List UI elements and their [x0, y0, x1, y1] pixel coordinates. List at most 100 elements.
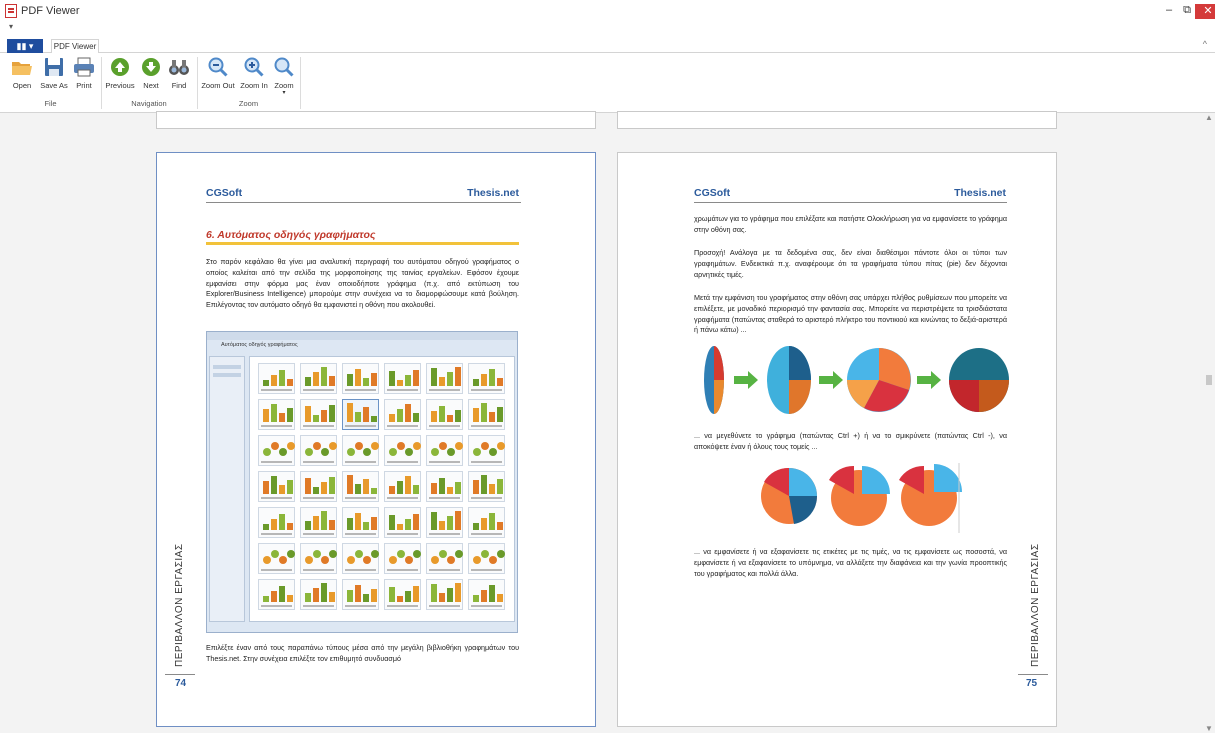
thumbnail-mark [413, 413, 419, 422]
thumbnail-caption [429, 461, 460, 463]
thumbnail-mark [397, 596, 403, 602]
page-74[interactable]: CGSoft Thesis.net 6. Αυτόματος οδηγός γρ… [156, 152, 596, 727]
scroll-up-arrow[interactable]: ▲ [1205, 113, 1213, 122]
thumbnail-caption [429, 533, 460, 535]
thumbnail-mark [439, 377, 445, 386]
thumbnail-mark [439, 442, 447, 450]
thumbnail-mark [481, 475, 487, 494]
thumbnail-mark [481, 374, 487, 386]
thumbnail-mark [447, 516, 453, 530]
thumbnail-mark [355, 513, 361, 530]
thumbnail-mark [347, 403, 353, 422]
restore-button[interactable]: ⧉ [1178, 3, 1196, 17]
find-label: Find [171, 81, 187, 90]
thumbnail-mark [329, 520, 335, 530]
chart-type-thumbnail [258, 363, 295, 394]
thumbnail-mark [473, 408, 479, 422]
vertical-scrollbar[interactable]: ▲ ▼ [1203, 113, 1215, 733]
thumbnail-mark [263, 556, 271, 564]
thumbnail-mark [371, 416, 377, 422]
save-as-button[interactable]: Save As [38, 55, 70, 95]
next-button[interactable]: Next [138, 55, 164, 95]
thumbnail-mark [497, 442, 505, 450]
customize-qat-button[interactable]: ▾ [9, 22, 13, 31]
thumbnail-caption [429, 389, 460, 391]
thumbnail-mark [371, 550, 379, 558]
thumbnail-mark [431, 556, 439, 564]
thumbnail-mark [455, 583, 461, 602]
chart-type-thumbnail [258, 435, 295, 466]
collapse-ribbon-button[interactable]: ^ [1203, 39, 1207, 49]
chart-type-thumbnail [258, 543, 295, 574]
thumbnail-mark [481, 403, 487, 422]
header-rule [206, 202, 521, 203]
zoom-button[interactable]: Zoom ▾ [272, 55, 296, 96]
page-75[interactable]: CGSoft Thesis.net χρωμάτων για το γράφημ… [617, 152, 1057, 727]
thumbnail-mark [271, 591, 277, 602]
thumbnail-mark [347, 556, 355, 564]
thumbnail-mark [489, 484, 495, 494]
page-number-rule [165, 674, 195, 675]
thumbnail-mark [405, 448, 413, 456]
paragraph-5: ... να εμφανίσετε ή να εξαφανίσετε τις ε… [694, 547, 1007, 578]
group-navigation: Navigation [131, 99, 167, 108]
thumbnail-mark [371, 517, 377, 530]
scrollbar-thumb[interactable] [1206, 375, 1212, 385]
thumbnail-mark [279, 370, 285, 386]
previous-label: Previous [105, 81, 135, 90]
zoom-out-button[interactable]: Zoom Out [201, 55, 235, 95]
thumbnail-caption [471, 497, 502, 499]
next-label: Next [143, 81, 159, 90]
zoom-in-button[interactable]: Zoom In [239, 55, 269, 95]
scroll-down-arrow[interactable]: ▼ [1205, 724, 1213, 733]
thumbnail-caption [261, 605, 292, 607]
page-header-left: CGSoft [206, 187, 243, 199]
thumbnail-mark [439, 406, 445, 422]
tab-pdf-viewer[interactable]: PDF Viewer [51, 39, 99, 54]
chart-type-thumbnail [342, 579, 379, 610]
thumbnail-caption [471, 461, 502, 463]
find-button[interactable]: Find [167, 55, 191, 95]
thumbnail-mark [363, 556, 371, 564]
chart-type-thumbnail [468, 543, 505, 574]
app-menu-button[interactable]: ▮▮ ▾ [7, 39, 43, 53]
thumbnail-caption [429, 497, 460, 499]
thumbnail-mark [371, 373, 377, 386]
thumbnail-mark [287, 480, 293, 494]
thumbnail-mark [473, 556, 481, 564]
chart-type-thumbnail [342, 507, 379, 538]
thumbnail-mark [413, 485, 419, 494]
thumbnail-mark [489, 556, 497, 564]
paragraph-2: Προσοχή! Ανάλογα με τα δεδομένα σας, δεν… [694, 248, 1007, 279]
chart-type-thumbnail [468, 399, 505, 430]
thumbnail-mark [305, 478, 311, 494]
thumbnail-mark [371, 589, 377, 602]
chart-type-thumbnail [426, 471, 463, 502]
thumbnail-mark [447, 372, 453, 386]
print-button[interactable]: Print [72, 55, 96, 95]
previous-button[interactable]: Previous [104, 55, 136, 95]
open-button[interactable]: Open [8, 55, 36, 95]
thumbnail-caption [429, 605, 460, 607]
thumbnail-mark [447, 556, 455, 564]
thumbnail-mark [439, 521, 445, 530]
zoom-dropdown-arrow[interactable]: ▾ [272, 89, 296, 96]
thumbnail-mark [287, 379, 293, 386]
thumbnail-mark [439, 593, 445, 602]
thumbnail-mark [489, 585, 495, 602]
chart-type-thumbnail [342, 435, 379, 466]
thumbnail-caption [387, 605, 418, 607]
thumbnail-caption [303, 533, 334, 535]
thumbnail-mark [305, 377, 311, 386]
thumbnail-caption [429, 569, 460, 571]
thumbnail-mark [397, 481, 403, 494]
minimize-button[interactable]: – [1160, 3, 1178, 17]
thumbnail-mark [313, 516, 319, 530]
thumbnail-mark [305, 556, 313, 564]
thumbnail-caption [471, 425, 502, 427]
thumbnail-mark [355, 412, 361, 422]
chart-type-thumbnail [384, 399, 421, 430]
close-button[interactable]: ✕ [1195, 4, 1215, 19]
pdf-app-icon [5, 4, 17, 18]
document-viewer[interactable]: CGSoft Thesis.net 6. Αυτόματος οδηγός γρ… [0, 111, 1215, 733]
